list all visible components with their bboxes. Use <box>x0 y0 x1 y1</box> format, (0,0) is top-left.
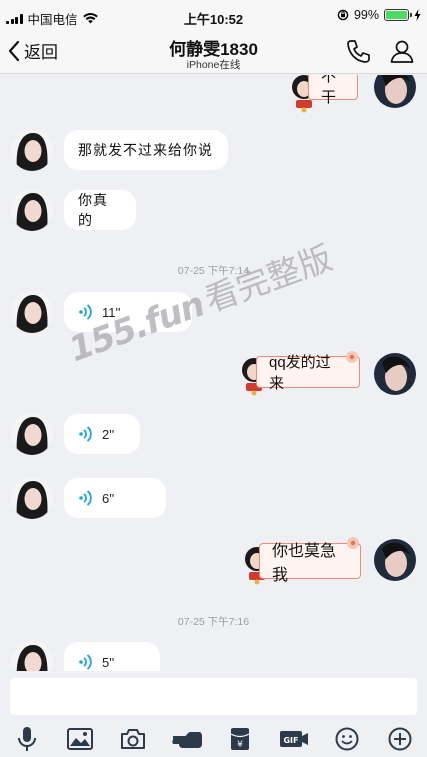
voice-message[interactable]: 11'' <box>64 292 192 332</box>
my-avatar[interactable] <box>374 539 416 581</box>
microphone-icon[interactable] <box>9 724 45 754</box>
nav-actions <box>345 38 415 64</box>
voice-message[interactable]: 5'' <box>64 642 160 671</box>
my-avatar[interactable] <box>374 75 416 108</box>
voice-wave-icon <box>79 654 92 670</box>
image-icon[interactable] <box>62 724 98 754</box>
timestamp: 07-25 下午7:16 <box>177 616 250 628</box>
flower-decoration-icon <box>347 537 359 549</box>
message-right: 你也莫急我 <box>0 533 427 587</box>
voice-message[interactable]: 6'' <box>64 478 166 518</box>
voice-message[interactable]: 2'' <box>64 414 140 454</box>
contact-avatar[interactable] <box>11 291 53 333</box>
status-right: 99% <box>337 8 421 22</box>
voice-wave-icon <box>79 490 92 506</box>
voice-duration: 6'' <box>102 490 115 506</box>
nav-bar: 返回 何静雯1830 iPhone在线 <box>0 30 427 74</box>
rotation-lock-icon <box>337 9 349 21</box>
message-left: 5'' <box>0 639 427 671</box>
gif-icon[interactable]: GIF <box>276 724 312 754</box>
my-avatar[interactable] <box>374 353 416 395</box>
bottom-toolbar: ¥ GIF <box>0 721 427 757</box>
contact-avatar[interactable] <box>11 413 53 455</box>
chat-area[interactable]: 不干 那就发不过来给你说 你真的 07-25 下午7:14 11'' qq发的过… <box>0 75 427 671</box>
battery-percent: 99% <box>353 8 379 22</box>
status-bar: 中国电信 上午10:52 99% <box>0 0 427 30</box>
voice-duration: 5'' <box>102 654 115 670</box>
message-text: 不干 <box>321 75 337 106</box>
contact-avatar[interactable] <box>11 477 53 519</box>
red-packet-icon[interactable]: ¥ <box>222 724 258 754</box>
contact-avatar[interactable] <box>11 641 53 671</box>
message-left: 6'' <box>0 475 427 521</box>
message-bubble[interactable]: 不干 <box>308 75 358 106</box>
message-input[interactable] <box>10 678 417 715</box>
message-text: qq发的过来 <box>269 354 331 392</box>
emoji-icon[interactable] <box>329 724 365 754</box>
message-text: 你也莫急我 <box>272 543 337 584</box>
message-right: 不干 <box>0 75 427 113</box>
gif-label: GIF <box>283 736 298 745</box>
battery-icon <box>384 9 412 21</box>
yuan-symbol: ¥ <box>237 740 243 750</box>
charging-icon <box>414 9 421 21</box>
hongbao-finger-icon[interactable] <box>169 724 205 754</box>
camera-icon[interactable] <box>115 724 151 754</box>
voice-duration: 11'' <box>102 304 121 320</box>
message-left: 11'' <box>0 289 427 335</box>
timestamp: 07-25 下午7:14 <box>177 265 250 277</box>
voice-wave-icon <box>79 426 92 442</box>
message-bubble[interactable]: 那就发不过来给你说 <box>64 130 228 170</box>
flower-decoration-icon <box>346 351 358 363</box>
contact-avatar[interactable] <box>11 129 53 171</box>
message-text: 你真的 <box>78 193 108 229</box>
profile-icon[interactable] <box>389 38 415 64</box>
plus-icon[interactable] <box>382 724 418 754</box>
message-right: qq发的过来 <box>0 349 427 399</box>
phone-icon[interactable] <box>345 38 371 64</box>
message-text: 那就发不过来给你说 <box>78 143 213 159</box>
input-bar <box>0 671 427 717</box>
voice-duration: 2'' <box>102 426 115 442</box>
voice-wave-icon <box>79 304 92 320</box>
message-bubble[interactable]: 你真的 <box>64 190 136 230</box>
message-left: 2'' <box>0 411 427 457</box>
message-left: 你真的 <box>0 187 427 233</box>
message-left: 那就发不过来给你说 <box>0 127 427 173</box>
contact-avatar[interactable] <box>11 189 53 231</box>
